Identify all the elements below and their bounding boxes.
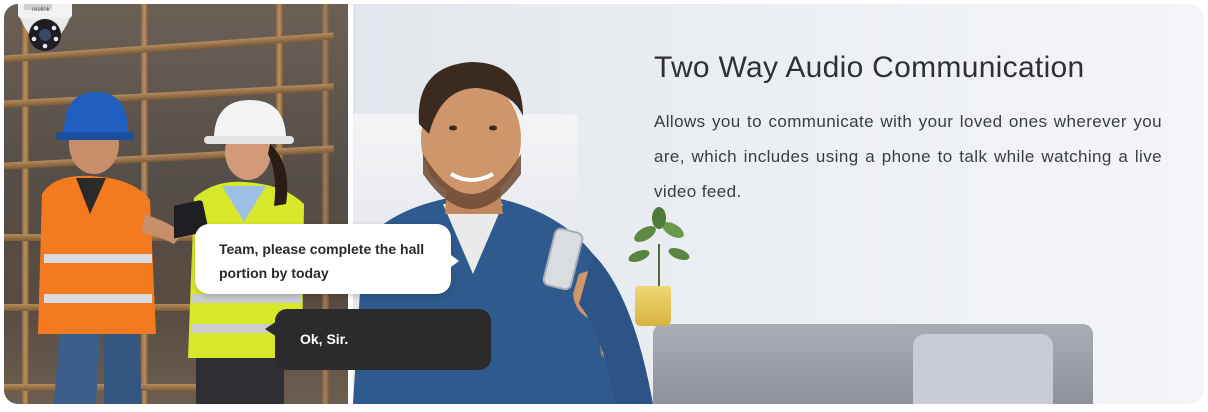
- feature-banner: reolink Team, please complete the hall p…: [4, 4, 1204, 404]
- security-camera-image: reolink: [14, 4, 76, 64]
- worker-reply-bubble: Ok, Sir.: [265, 309, 491, 370]
- camera-brand-logo: reolink: [32, 7, 51, 13]
- supervisor-message-text: Team, please complete the hall portion b…: [219, 241, 425, 281]
- feature-description: Allows you to communicate with your love…: [654, 112, 1162, 201]
- worker-blue-hat-image: [38, 92, 182, 404]
- worker-reply-text: Ok, Sir.: [300, 331, 349, 347]
- supervisor-speech-bubble: Team, please complete the hall portion b…: [195, 224, 459, 294]
- feature-text-block: Two Way Audio Communication Allows you t…: [654, 48, 1162, 209]
- feature-headline: Two Way Audio Communication: [654, 51, 1085, 84]
